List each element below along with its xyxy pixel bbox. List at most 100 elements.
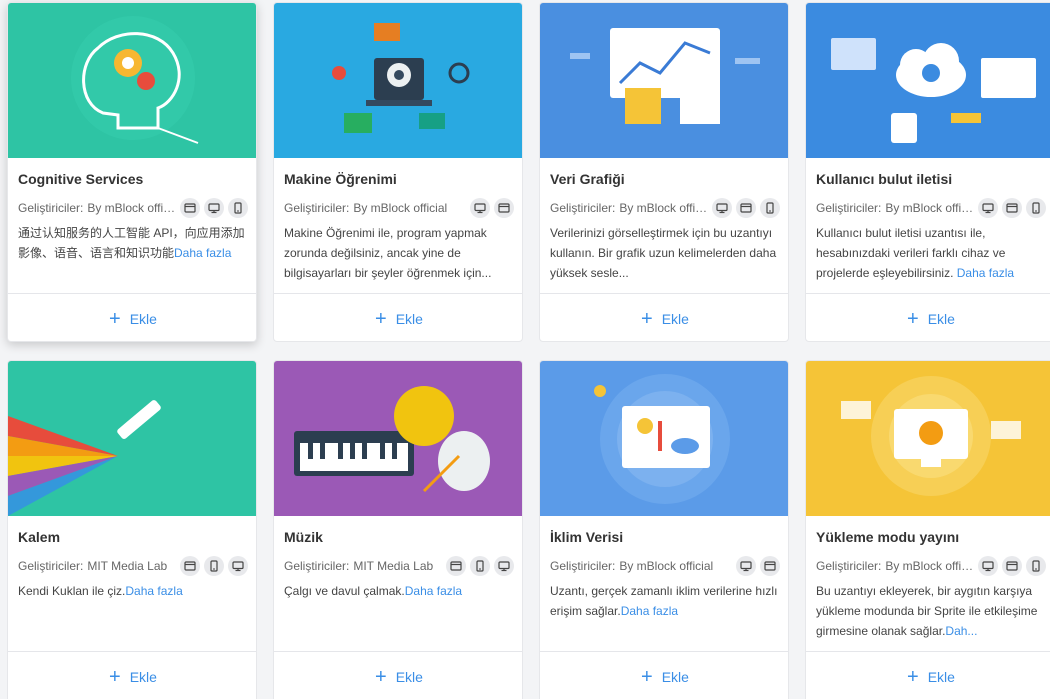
- card-description: Kullanıcı bulut iletisi uzantısı ile, he…: [816, 223, 1048, 283]
- developer-name: By mBlock official: [619, 559, 714, 573]
- extension-card-muzik[interactable]: Müzik Geliştiriciler: MIT Media Lab Çalg…: [273, 360, 523, 699]
- developer-label: Geliştiriciler:: [18, 201, 84, 215]
- card-title: Kalem: [18, 529, 61, 545]
- developer-name: By mBlock official: [353, 201, 448, 215]
- card-description: Makine Öğrenimi ile, program yapmak zoru…: [284, 223, 516, 283]
- developer-name: By mBlock official: [619, 201, 708, 215]
- extension-card-kullanici-bulut-iletisi[interactable]: Kullanıcı bulut iletisi Geliştiriciler: …: [805, 2, 1050, 342]
- desktop-icon: [204, 198, 224, 218]
- developer-row: Geliştiriciler: By mBlock official: [550, 198, 780, 218]
- kullanici-bulut-iletisi-banner: [806, 3, 1050, 158]
- developer-row: Geliştiriciler: By mBlock official: [816, 556, 1046, 576]
- developer-name: MIT Media Lab: [87, 559, 168, 573]
- yukleme-modu-yayini-banner: [806, 361, 1050, 516]
- add-button[interactable]: + Ekle: [806, 652, 1050, 699]
- developer-label: Geliştiriciler:: [816, 201, 882, 215]
- more-link[interactable]: Daha fazla: [957, 266, 1014, 280]
- extension-card-cognitive-services[interactable]: Cognitive Services Geliştiriciler: By mB…: [7, 2, 257, 342]
- description-text: Makine Öğrenimi ile, program yapmak zoru…: [284, 226, 492, 280]
- desktop-icon: [736, 556, 756, 576]
- add-label: Ekle: [395, 669, 423, 685]
- add-button[interactable]: + Ekle: [540, 652, 788, 699]
- add-label: Ekle: [661, 669, 689, 685]
- description-text: Verilerinizi görselleştirmek için bu uza…: [550, 226, 777, 280]
- iklim-verisi-banner: [540, 361, 788, 516]
- developer-row: Geliştiriciler: By mBlock official: [18, 198, 248, 218]
- description-text: Kendi Kuklan ile çiz.: [18, 584, 126, 598]
- muzik-banner: [274, 361, 522, 516]
- mobile-icon: [1026, 556, 1046, 576]
- window-icon: [180, 198, 200, 218]
- extension-card-iklim-verisi[interactable]: İklim Verisi Geliştiriciler: By mBlock o…: [539, 360, 789, 699]
- plus-icon: +: [375, 666, 387, 688]
- developer-row: Geliştiriciler: MIT Media Lab: [284, 556, 514, 576]
- more-link[interactable]: Daha fazla: [125, 584, 182, 598]
- developer-name: By mBlock official: [885, 559, 974, 573]
- kalem-banner: [8, 361, 256, 516]
- window-icon: [1002, 198, 1022, 218]
- extension-card-kalem[interactable]: Kalem Geliştiriciler: MIT Media Lab Kend…: [7, 360, 257, 699]
- plus-icon: +: [375, 308, 387, 330]
- developer-label: Geliştiriciler:: [816, 559, 882, 573]
- developer-label: Geliştiriciler:: [18, 559, 84, 573]
- developer-name: By mBlock official: [885, 201, 974, 215]
- card-description: Bu uzantıyı ekleyerek, bir aygıtın karşı…: [816, 581, 1048, 641]
- card-description: Çalgı ve davul çalmak.Daha fazla: [284, 581, 516, 601]
- add-label: Ekle: [395, 311, 423, 327]
- developer-label: Geliştiriciler:: [284, 201, 350, 215]
- card-description: Verilerinizi görselleştirmek için bu uza…: [550, 223, 782, 283]
- add-label: Ekle: [661, 311, 689, 327]
- add-label: Ekle: [129, 669, 157, 685]
- makine-ogrenimi-banner: [274, 3, 522, 158]
- desktop-icon: [978, 198, 998, 218]
- add-button[interactable]: + Ekle: [540, 294, 788, 341]
- more-link[interactable]: Daha fazla: [174, 246, 231, 260]
- add-label: Ekle: [927, 311, 955, 327]
- extension-card-yukleme-modu-yayini[interactable]: Yükleme modu yayını Geliştiriciler: By m…: [805, 360, 1050, 699]
- window-icon: [736, 198, 756, 218]
- veri-grafigi-banner: [540, 3, 788, 158]
- window-icon: [180, 556, 200, 576]
- card-title: Yükleme modu yayını: [816, 529, 960, 545]
- desktop-icon: [712, 198, 732, 218]
- developer-row: Geliştiriciler: By mBlock official: [816, 198, 1046, 218]
- add-button[interactable]: + Ekle: [806, 294, 1050, 341]
- mobile-icon: [470, 556, 490, 576]
- desktop-icon: [228, 556, 248, 576]
- extension-card-veri-grafigi[interactable]: Veri Grafiği Geliştiriciler: By mBlock o…: [539, 2, 789, 342]
- card-title: Cognitive Services: [18, 171, 144, 187]
- plus-icon: +: [907, 666, 919, 688]
- developer-name: MIT Media Lab: [353, 559, 434, 573]
- cognitive-services-banner: [8, 3, 256, 158]
- card-description: 通过认知服务的人工智能 API，向应用添加影像、语音、语言和知识功能Daha f…: [18, 223, 250, 263]
- window-icon: [446, 556, 466, 576]
- developer-label: Geliştiriciler:: [550, 559, 616, 573]
- developer-label: Geliştiriciler:: [284, 559, 350, 573]
- add-button[interactable]: + Ekle: [8, 652, 256, 699]
- description-text: Bu uzantıyı ekleyerek, bir aygıtın karşı…: [816, 584, 1038, 638]
- description-text: Çalgı ve davul çalmak.: [284, 584, 405, 598]
- plus-icon: +: [907, 308, 919, 330]
- window-icon: [760, 556, 780, 576]
- card-description: Kendi Kuklan ile çiz.Daha fazla: [18, 581, 250, 601]
- mobile-icon: [760, 198, 780, 218]
- more-link[interactable]: Dah...: [945, 624, 977, 638]
- card-description: Uzantı, gerçek zamanlı iklim verilerine …: [550, 581, 782, 621]
- add-button[interactable]: + Ekle: [274, 652, 522, 699]
- desktop-icon: [494, 556, 514, 576]
- add-button[interactable]: + Ekle: [8, 294, 256, 341]
- add-button[interactable]: + Ekle: [274, 294, 522, 341]
- extension-card-makine-ogrenimi[interactable]: Makine Öğrenimi Geliştiriciler: By mBloc…: [273, 2, 523, 342]
- plus-icon: +: [641, 666, 653, 688]
- plus-icon: +: [641, 308, 653, 330]
- more-link[interactable]: Daha fazla: [405, 584, 462, 598]
- add-label: Ekle: [927, 669, 955, 685]
- developer-row: Geliştiriciler: By mBlock official: [284, 198, 514, 218]
- desktop-icon: [978, 556, 998, 576]
- developer-row: Geliştiriciler: MIT Media Lab: [18, 556, 248, 576]
- more-link[interactable]: Daha fazla: [621, 604, 678, 618]
- window-icon: [1002, 556, 1022, 576]
- card-title: İklim Verisi: [550, 529, 624, 545]
- window-icon: [494, 198, 514, 218]
- mobile-icon: [1026, 198, 1046, 218]
